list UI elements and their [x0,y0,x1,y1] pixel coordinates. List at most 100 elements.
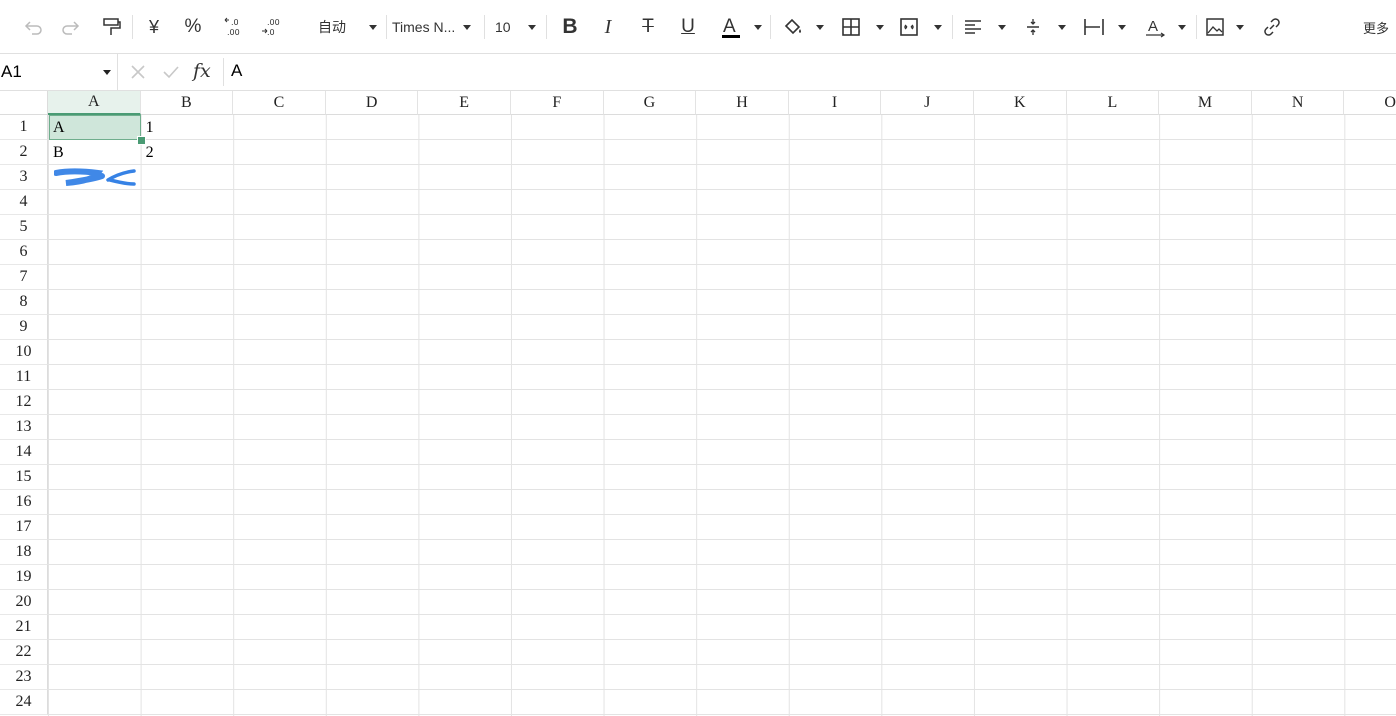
cell-area[interactable] [48,115,1396,716]
bold-icon: B [562,15,578,38]
redo-button[interactable] [56,10,86,44]
chevron-down-icon [463,24,472,30]
row-header-4[interactable]: 4 [0,190,48,215]
row-header-11[interactable]: 11 [0,365,48,390]
borders-button[interactable] [840,10,888,44]
row-header-2[interactable]: 2 [0,140,48,165]
cell-b1[interactable]: 1 [141,115,234,140]
row-header-3[interactable]: 3 [0,165,48,190]
row-header-16[interactable]: 16 [0,490,48,515]
fill-color-button[interactable] [782,10,830,44]
bold-button[interactable]: B [556,10,584,44]
row-header-17[interactable]: 17 [0,515,48,540]
redo-icon [62,21,80,35]
chevron-down-icon [1118,24,1126,30]
close-icon [131,65,145,79]
row-header-13[interactable]: 13 [0,415,48,440]
redaction-scribble [54,168,136,186]
function-icon[interactable]: fx [193,60,211,82]
font-color-button[interactable]: A [718,10,766,44]
undo-button[interactable] [18,10,48,44]
chevron-down-icon [816,24,824,30]
column-header-c[interactable]: C [233,91,326,115]
chevron-down-icon [934,24,942,30]
merge-cells-icon [900,18,918,36]
increase-decimal-button[interactable]: .00.0 [258,10,286,44]
horizontal-align-button[interactable] [962,10,1010,44]
row-header-18[interactable]: 18 [0,540,48,565]
column-header-a[interactable]: A [48,91,141,115]
row-header-22[interactable]: 22 [0,640,48,665]
format-painter-button[interactable] [96,10,126,44]
column-header-m[interactable]: M [1159,91,1252,115]
currency-format-button[interactable]: ¥ [140,10,168,44]
column-header-o[interactable]: O [1344,91,1396,115]
fill-handle[interactable] [137,136,146,145]
align-left-icon [965,20,981,34]
row-header-7[interactable]: 7 [0,265,48,290]
link-icon [1264,18,1280,36]
insert-image-button[interactable] [1204,10,1248,44]
formula-input[interactable]: A [231,61,242,81]
merge-cells-button[interactable] [898,10,946,44]
percent-format-button[interactable]: % [178,10,208,44]
underline-button[interactable]: U [674,10,702,44]
column-header-k[interactable]: K [974,91,1067,115]
strikethrough-button[interactable]: T [634,10,662,44]
row-header-24[interactable]: 24 [0,690,48,715]
column-header-h[interactable]: H [696,91,789,115]
borders-icon [842,18,860,36]
formula-divider [223,58,224,86]
select-all-corner[interactable] [0,91,48,115]
column-header-j[interactable]: J [881,91,974,115]
decrease-decimal-button[interactable]: .0.00 [220,10,248,44]
row-header-9[interactable]: 9 [0,315,48,340]
cancel-edit-button[interactable] [128,62,148,87]
toolbar-divider [386,15,387,39]
column-header-e[interactable]: E [418,91,511,115]
column-header-l[interactable]: L [1066,91,1160,115]
font-size-dropdown[interactable]: 10 [492,10,542,44]
row-header-15[interactable]: 15 [0,465,48,490]
chevron-down-icon [876,24,884,30]
column-header-n[interactable]: N [1251,91,1345,115]
column-header-g[interactable]: G [603,91,697,115]
number-format-dropdown[interactable]: 自动 [308,10,384,44]
more-button[interactable]: 更多 [1358,10,1394,44]
format-painter-icon [103,18,121,35]
row-header-5[interactable]: 5 [0,215,48,240]
confirm-edit-button[interactable] [161,62,181,87]
column-header-f[interactable]: F [511,91,604,115]
row-header-10[interactable]: 10 [0,340,48,365]
strikethrough-icon: T [642,16,654,37]
row-header-23[interactable]: 23 [0,665,48,690]
row-header-19[interactable]: 19 [0,565,48,590]
vertical-align-button[interactable] [1022,10,1070,44]
font-family-dropdown[interactable]: Times N... [392,10,478,44]
row-header-1[interactable]: 1 [0,115,48,140]
row-header-20[interactable]: 20 [0,590,48,615]
row-header-8[interactable]: 8 [0,290,48,315]
toolbar: ¥ % .0.00 .00.0 自动 Times N... 10 B I T U… [0,0,1396,54]
text-rotate-button[interactable]: A [1144,10,1192,44]
name-box[interactable]: A1 [0,54,118,90]
column-header-b[interactable]: B [140,91,234,115]
cell-a2[interactable]: B [48,140,141,165]
text-rotate-icon: A [1146,18,1166,38]
row-header-21[interactable]: 21 [0,615,48,640]
column-header-i[interactable]: I [788,91,882,115]
cell-a1[interactable]: A [48,115,141,140]
row-header-14[interactable]: 14 [0,440,48,465]
row-header-12[interactable]: 12 [0,390,48,415]
insert-link-button[interactable] [1258,10,1286,44]
italic-button[interactable]: I [596,10,620,44]
text-wrap-button[interactable] [1082,10,1130,44]
svg-text:A: A [1148,18,1158,35]
cell-b2[interactable]: 2 [141,140,234,165]
formula-bar: A1 fx A [0,54,1396,91]
row-header-6[interactable]: 6 [0,240,48,265]
image-icon [1206,18,1224,36]
column-header-d[interactable]: D [325,91,419,115]
yen-icon: ¥ [148,16,159,37]
svg-text:.00: .00 [227,28,240,37]
